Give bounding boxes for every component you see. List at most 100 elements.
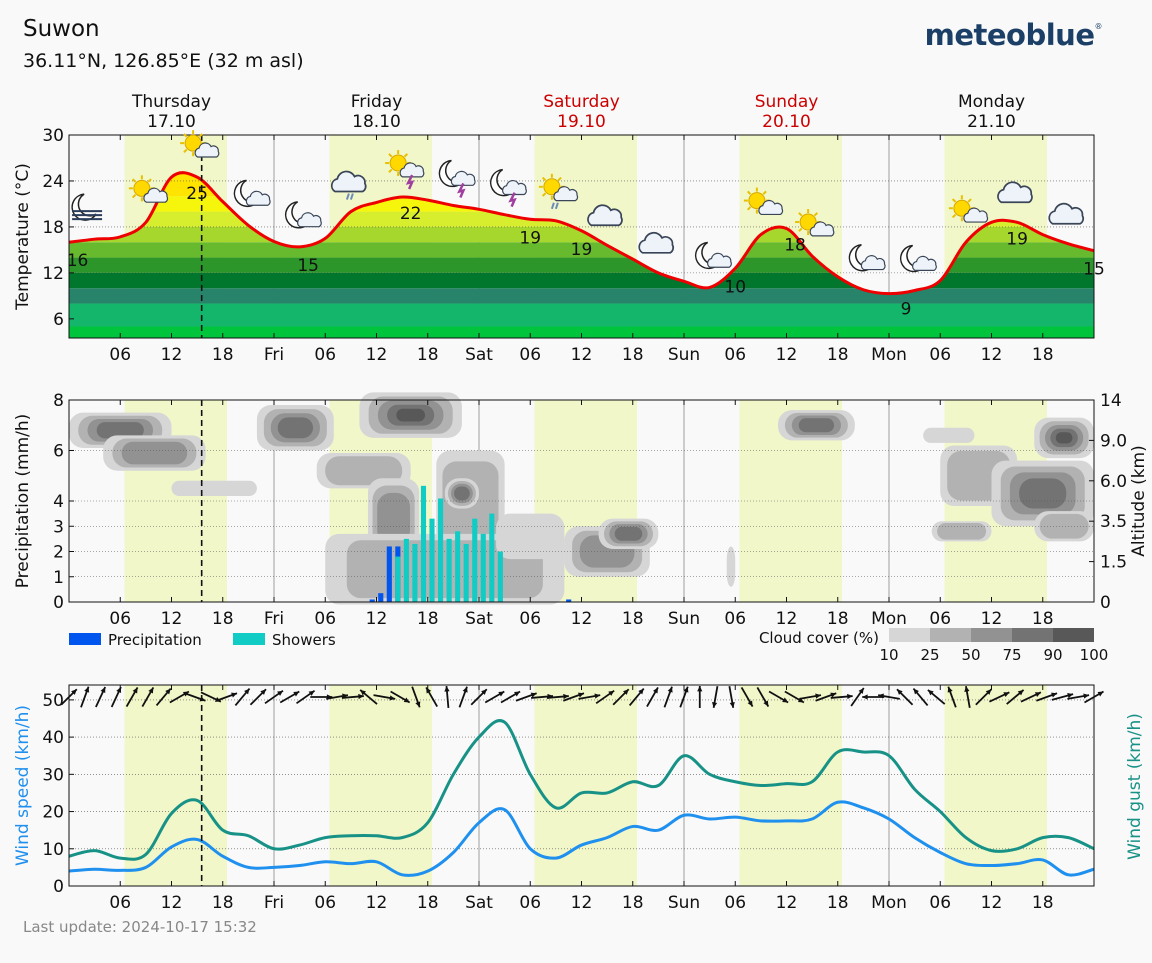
temp-value-label: 19 — [519, 228, 541, 248]
day-name: Sunday — [755, 92, 819, 112]
temp-value-label: 19 — [1006, 229, 1028, 249]
wind-direction-arrow — [850, 687, 865, 707]
day-date: 20.10 — [762, 112, 811, 132]
wind-direction-arrow — [95, 686, 107, 708]
wind-x-tick-label: 12 — [366, 893, 388, 913]
showers-bar — [463, 543, 469, 602]
wind-x-tick-label: 12 — [776, 893, 798, 913]
cloud-cover-swatch — [889, 628, 930, 642]
temp-x-tick-label: 18 — [827, 345, 849, 365]
temp-y-tick-label: 12 — [42, 264, 64, 284]
wind-arrow-head — [862, 694, 868, 700]
altitude-y-tick-label: 9.0 — [1100, 431, 1127, 451]
cloud-cover-swatch — [930, 628, 971, 642]
precip-y-tick-label: 2 — [53, 543, 64, 563]
temp-y-tick-label: 6 — [53, 310, 64, 330]
cloud-cover-level-label: 100 — [1080, 646, 1109, 664]
temp-x-tick-label: 06 — [314, 345, 336, 365]
wind-x-tick-label: 12 — [981, 893, 1003, 913]
temp-x-tick-label: 06 — [724, 345, 746, 365]
precip-x-tick-label: Sat — [465, 609, 493, 629]
wind-direction-arrow — [110, 686, 122, 708]
weather-moon-storm-icon — [490, 168, 527, 208]
wind-direction-arrow — [646, 687, 659, 707]
precipitation-legend-label: Precipitation — [108, 631, 202, 649]
wind-daylight-band — [329, 685, 433, 886]
wind-direction-arrow — [896, 688, 914, 706]
altitude-y-tick-label: 1.5 — [1100, 553, 1127, 573]
precip-x-tick-label: 12 — [571, 609, 593, 629]
wind-gust-axis-label: Wind gust (km/h) — [1125, 713, 1145, 860]
precip-x-tick-label: 18 — [622, 609, 644, 629]
meteogram: Thursday17.10 Friday18.10 Saturday19.10 Sun… — [13, 92, 1149, 913]
cloud-layer — [171, 480, 257, 496]
wind-x-tick-label: 06 — [314, 893, 336, 913]
temp-y-tick-label: 30 — [42, 126, 64, 146]
temp-x-tick-label: 12 — [981, 345, 1003, 365]
temp-value-label: 22 — [400, 204, 422, 224]
temp-value-label: 15 — [297, 256, 319, 276]
showers-bar — [480, 533, 486, 602]
weather-moon-cloud-icon — [695, 241, 732, 270]
weather-cloud-icon — [1048, 202, 1085, 225]
showers-bar — [489, 513, 495, 602]
temp-value-label: 16 — [67, 251, 89, 271]
cloud-shape — [1048, 202, 1085, 225]
precip-x-tick-label: 18 — [1032, 609, 1054, 629]
showers-bar — [403, 538, 409, 602]
wind-arrow-head — [1051, 692, 1058, 698]
wind-daylight-band — [944, 685, 1048, 886]
wind-arrow-head — [697, 686, 703, 692]
wind-y-tick-label: 10 — [42, 840, 64, 860]
cloud-layer — [454, 486, 470, 501]
cloud-layer — [121, 441, 188, 465]
cloud-shape — [502, 180, 527, 196]
precip-x-tick-label: 12 — [366, 609, 388, 629]
showers-bar — [472, 518, 478, 602]
wind-direction-arrow — [728, 686, 735, 708]
cloud-cover-level-label: 10 — [879, 646, 898, 664]
precip-y-tick-label: 3 — [53, 517, 64, 537]
precip-x-tick-label: 06 — [519, 609, 541, 629]
wind-arrow-head — [84, 686, 90, 693]
wind-arrow-head — [444, 686, 450, 692]
cloud-shape — [297, 212, 322, 228]
cloud-cover-level-label: 25 — [920, 646, 939, 664]
precip-y-tick-label: 4 — [53, 492, 64, 512]
precip-x-tick-label: 12 — [981, 609, 1003, 629]
showers-bar — [438, 498, 444, 602]
last-update: Last update: 2024-10-17 15:32 — [23, 918, 257, 936]
cloud-layer — [396, 408, 426, 422]
temp-x-tick-label: Sun — [668, 345, 700, 365]
temp-value-label: 10 — [724, 277, 746, 297]
wind-direction-arrow — [458, 686, 468, 708]
wind-panel: 06 12 18 Fri 06 12 18 Sat 06 12 18 Sun 06 12 18 Mon 06 12… — [13, 684, 1145, 913]
wind-y-tick-label: 30 — [42, 765, 64, 785]
temperature-panel: 06 12 18 Fri 06 12 18 Sat 06 12 18 Sun 06 12 18 Mon 06 12… — [13, 126, 1105, 365]
weather-moon-storm-icon — [438, 159, 476, 198]
day-name: Saturday — [543, 92, 620, 112]
temp-value-label: 25 — [186, 184, 208, 204]
precip-x-tick-label: 06 — [314, 609, 336, 629]
cloud-layer — [798, 418, 835, 433]
wind-arrow-head — [667, 686, 673, 693]
wind-x-tick-label: 18 — [827, 893, 849, 913]
cloud-layer — [923, 427, 975, 443]
wind-x-tick-label: Mon — [871, 893, 907, 913]
wind-daylight-band — [124, 685, 228, 886]
precip-x-tick-label: 06 — [929, 609, 951, 629]
temp-x-tick-label: 12 — [776, 345, 798, 365]
precip-x-tick-label: Fri — [264, 609, 284, 629]
precipitation-legend: Precipitation Showers Cloud cover (%)10 25 5… — [69, 628, 1108, 664]
temp-x-tick-label: 06 — [519, 345, 541, 365]
temp-value-label: 15 — [1083, 260, 1105, 280]
wind-x-tick-label: Sun — [668, 893, 700, 913]
precipitation-bar — [378, 593, 384, 602]
precip-y-tick-label: 1 — [53, 568, 64, 588]
day-name: Thursday — [131, 92, 211, 112]
day-date: 17.10 — [147, 112, 196, 132]
day-headers: Thursday17.10 Friday18.10 Saturday19.10 Sun… — [131, 92, 1025, 132]
altitude-y-tick-label: 14 — [1100, 391, 1122, 411]
showers-bar — [429, 518, 435, 602]
moon-shape — [71, 193, 97, 221]
